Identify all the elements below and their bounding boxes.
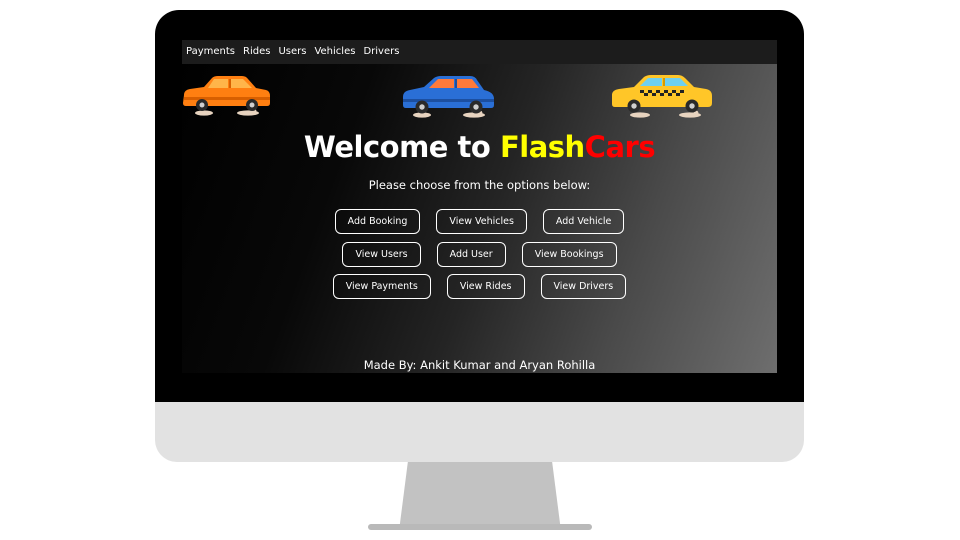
menu-item-drivers[interactable]: Drivers (359, 40, 403, 64)
add-user-button[interactable]: Add User (436, 242, 506, 267)
view-drivers-button[interactable]: View Drivers (540, 274, 627, 299)
menu-item-payments[interactable]: Payments (182, 40, 239, 64)
menu-item-vehicles[interactable]: Vehicles (310, 40, 359, 64)
page-title: Welcome to FlashCars (182, 130, 777, 164)
view-payments-button[interactable]: View Payments (332, 274, 431, 299)
desktop-monitor-mockup: Payments Rides Users Vehicles Drivers We… (0, 0, 960, 540)
view-bookings-button[interactable]: View Bookings (521, 242, 617, 267)
app-window: Payments Rides Users Vehicles Drivers We… (182, 40, 777, 373)
add-booking-button[interactable]: Add Booking (334, 209, 421, 234)
brand-cars: Cars (584, 130, 656, 164)
button-row-1: Add Booking View Vehicles Add Vehicle (182, 209, 777, 234)
title-prefix: Welcome to (303, 130, 500, 164)
menu-item-users[interactable]: Users (274, 40, 310, 64)
button-row-2: View Users Add User View Bookings (182, 242, 777, 267)
menu-item-rides[interactable]: Rides (239, 40, 274, 64)
blue-car-icon (403, 76, 494, 118)
view-users-button[interactable]: View Users (342, 242, 421, 267)
footer-credit: Made By: Ankit Kumar and Aryan Rohilla (363, 358, 596, 372)
button-row-3: View Payments View Rides View Drivers (182, 274, 777, 299)
orange-car-icon (183, 76, 270, 116)
menu-bar: Payments Rides Users Vehicles Drivers (182, 40, 777, 64)
add-vehicle-button[interactable]: Add Vehicle (542, 209, 625, 234)
page-subtitle: Please choose from the options below: (368, 178, 591, 192)
view-rides-button[interactable]: View Rides (446, 274, 525, 299)
monitor-chin (155, 402, 804, 462)
brand-flash: Flash (499, 130, 585, 164)
monitor-stand-neck (399, 462, 561, 526)
monitor-stand-foot (368, 524, 592, 530)
taxi-car-icon (612, 75, 712, 118)
view-vehicles-button[interactable]: View Vehicles (436, 209, 527, 234)
